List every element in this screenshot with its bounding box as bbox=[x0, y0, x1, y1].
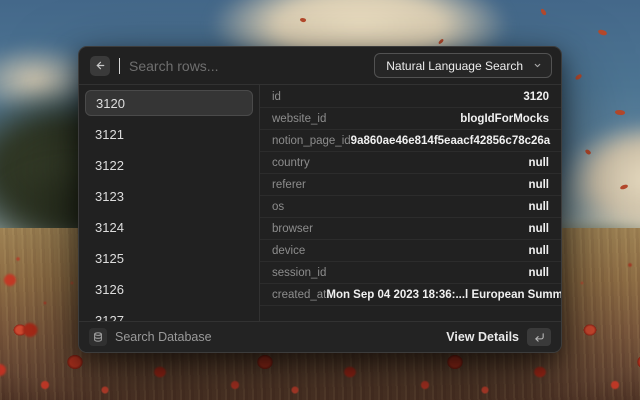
detail-value: blogIdForMocks bbox=[460, 113, 549, 125]
database-icon bbox=[93, 332, 103, 342]
database-badge bbox=[89, 328, 107, 346]
detail-row: device null bbox=[260, 240, 561, 262]
arrow-left-icon bbox=[95, 60, 106, 71]
detail-value: null bbox=[529, 223, 549, 235]
detail-key: id bbox=[272, 91, 281, 103]
list-item-selected[interactable]: 3120 bbox=[85, 90, 253, 116]
detail-value: null bbox=[529, 179, 549, 191]
row-id-list: 3120 3121 3122 3123 3124 3125 3126 3127 bbox=[79, 85, 260, 321]
footer-search-label: Search Database bbox=[115, 330, 438, 344]
detail-row: country null bbox=[260, 152, 561, 174]
enter-key-icon bbox=[534, 332, 545, 343]
detail-row: browser null bbox=[260, 218, 561, 240]
search-input[interactable] bbox=[129, 58, 365, 74]
list-item[interactable]: 3126 bbox=[85, 276, 253, 302]
detail-row: session_id null bbox=[260, 262, 561, 284]
detail-key: os bbox=[272, 201, 284, 213]
detail-value: 3120 bbox=[523, 91, 549, 103]
dialog-header: Natural Language Search bbox=[79, 47, 561, 85]
dialog-body: 3120 3121 3122 3123 3124 3125 3126 3127 … bbox=[79, 85, 561, 321]
enter-key-badge[interactable] bbox=[527, 328, 551, 346]
detail-key: website_id bbox=[272, 113, 326, 125]
list-item[interactable]: 3125 bbox=[85, 245, 253, 271]
detail-row: referer null bbox=[260, 174, 561, 196]
detail-key: session_id bbox=[272, 267, 326, 279]
detail-row: website_id blogIdForMocks bbox=[260, 108, 561, 130]
detail-row: notion_page_id 9a860ae46e814f5eaacf42856… bbox=[260, 130, 561, 152]
detail-key: browser bbox=[272, 223, 313, 235]
list-item[interactable]: 3124 bbox=[85, 214, 253, 240]
back-button[interactable] bbox=[90, 56, 110, 76]
detail-value: null bbox=[529, 157, 549, 169]
detail-value: 9a860ae46e814f5eaacf42856c78c26a bbox=[351, 135, 551, 147]
detail-value: Mon Sep 04 2023 18:36:...l European Summ… bbox=[326, 289, 561, 301]
chevron-down-icon bbox=[533, 61, 542, 70]
text-caret bbox=[119, 58, 120, 74]
detail-row: created_at Mon Sep 04 2023 18:36:...l Eu… bbox=[260, 284, 561, 306]
search-mode-label: Natural Language Search bbox=[386, 59, 523, 73]
detail-key: referer bbox=[272, 179, 306, 191]
view-details-button[interactable]: View Details bbox=[446, 330, 519, 344]
list-item[interactable]: 3122 bbox=[85, 152, 253, 178]
search-rows-dialog: Natural Language Search 3120 3121 3122 3… bbox=[78, 46, 562, 353]
list-item[interactable]: 3121 bbox=[85, 121, 253, 147]
detail-value: null bbox=[529, 267, 549, 279]
search-mode-select[interactable]: Natural Language Search bbox=[374, 53, 552, 78]
dialog-footer: Search Database View Details bbox=[79, 321, 561, 352]
detail-value: null bbox=[529, 201, 549, 213]
detail-key: notion_page_id bbox=[272, 135, 351, 147]
list-item[interactable]: 3123 bbox=[85, 183, 253, 209]
detail-row: id 3120 bbox=[260, 86, 561, 108]
detail-key: created_at bbox=[272, 289, 326, 301]
row-details-panel: id 3120 website_id blogIdForMocks notion… bbox=[260, 85, 561, 321]
detail-row: os null bbox=[260, 196, 561, 218]
detail-key: country bbox=[272, 157, 310, 169]
list-item[interactable]: 3127 bbox=[85, 307, 253, 321]
detail-value: null bbox=[529, 245, 549, 257]
detail-key: device bbox=[272, 245, 305, 257]
